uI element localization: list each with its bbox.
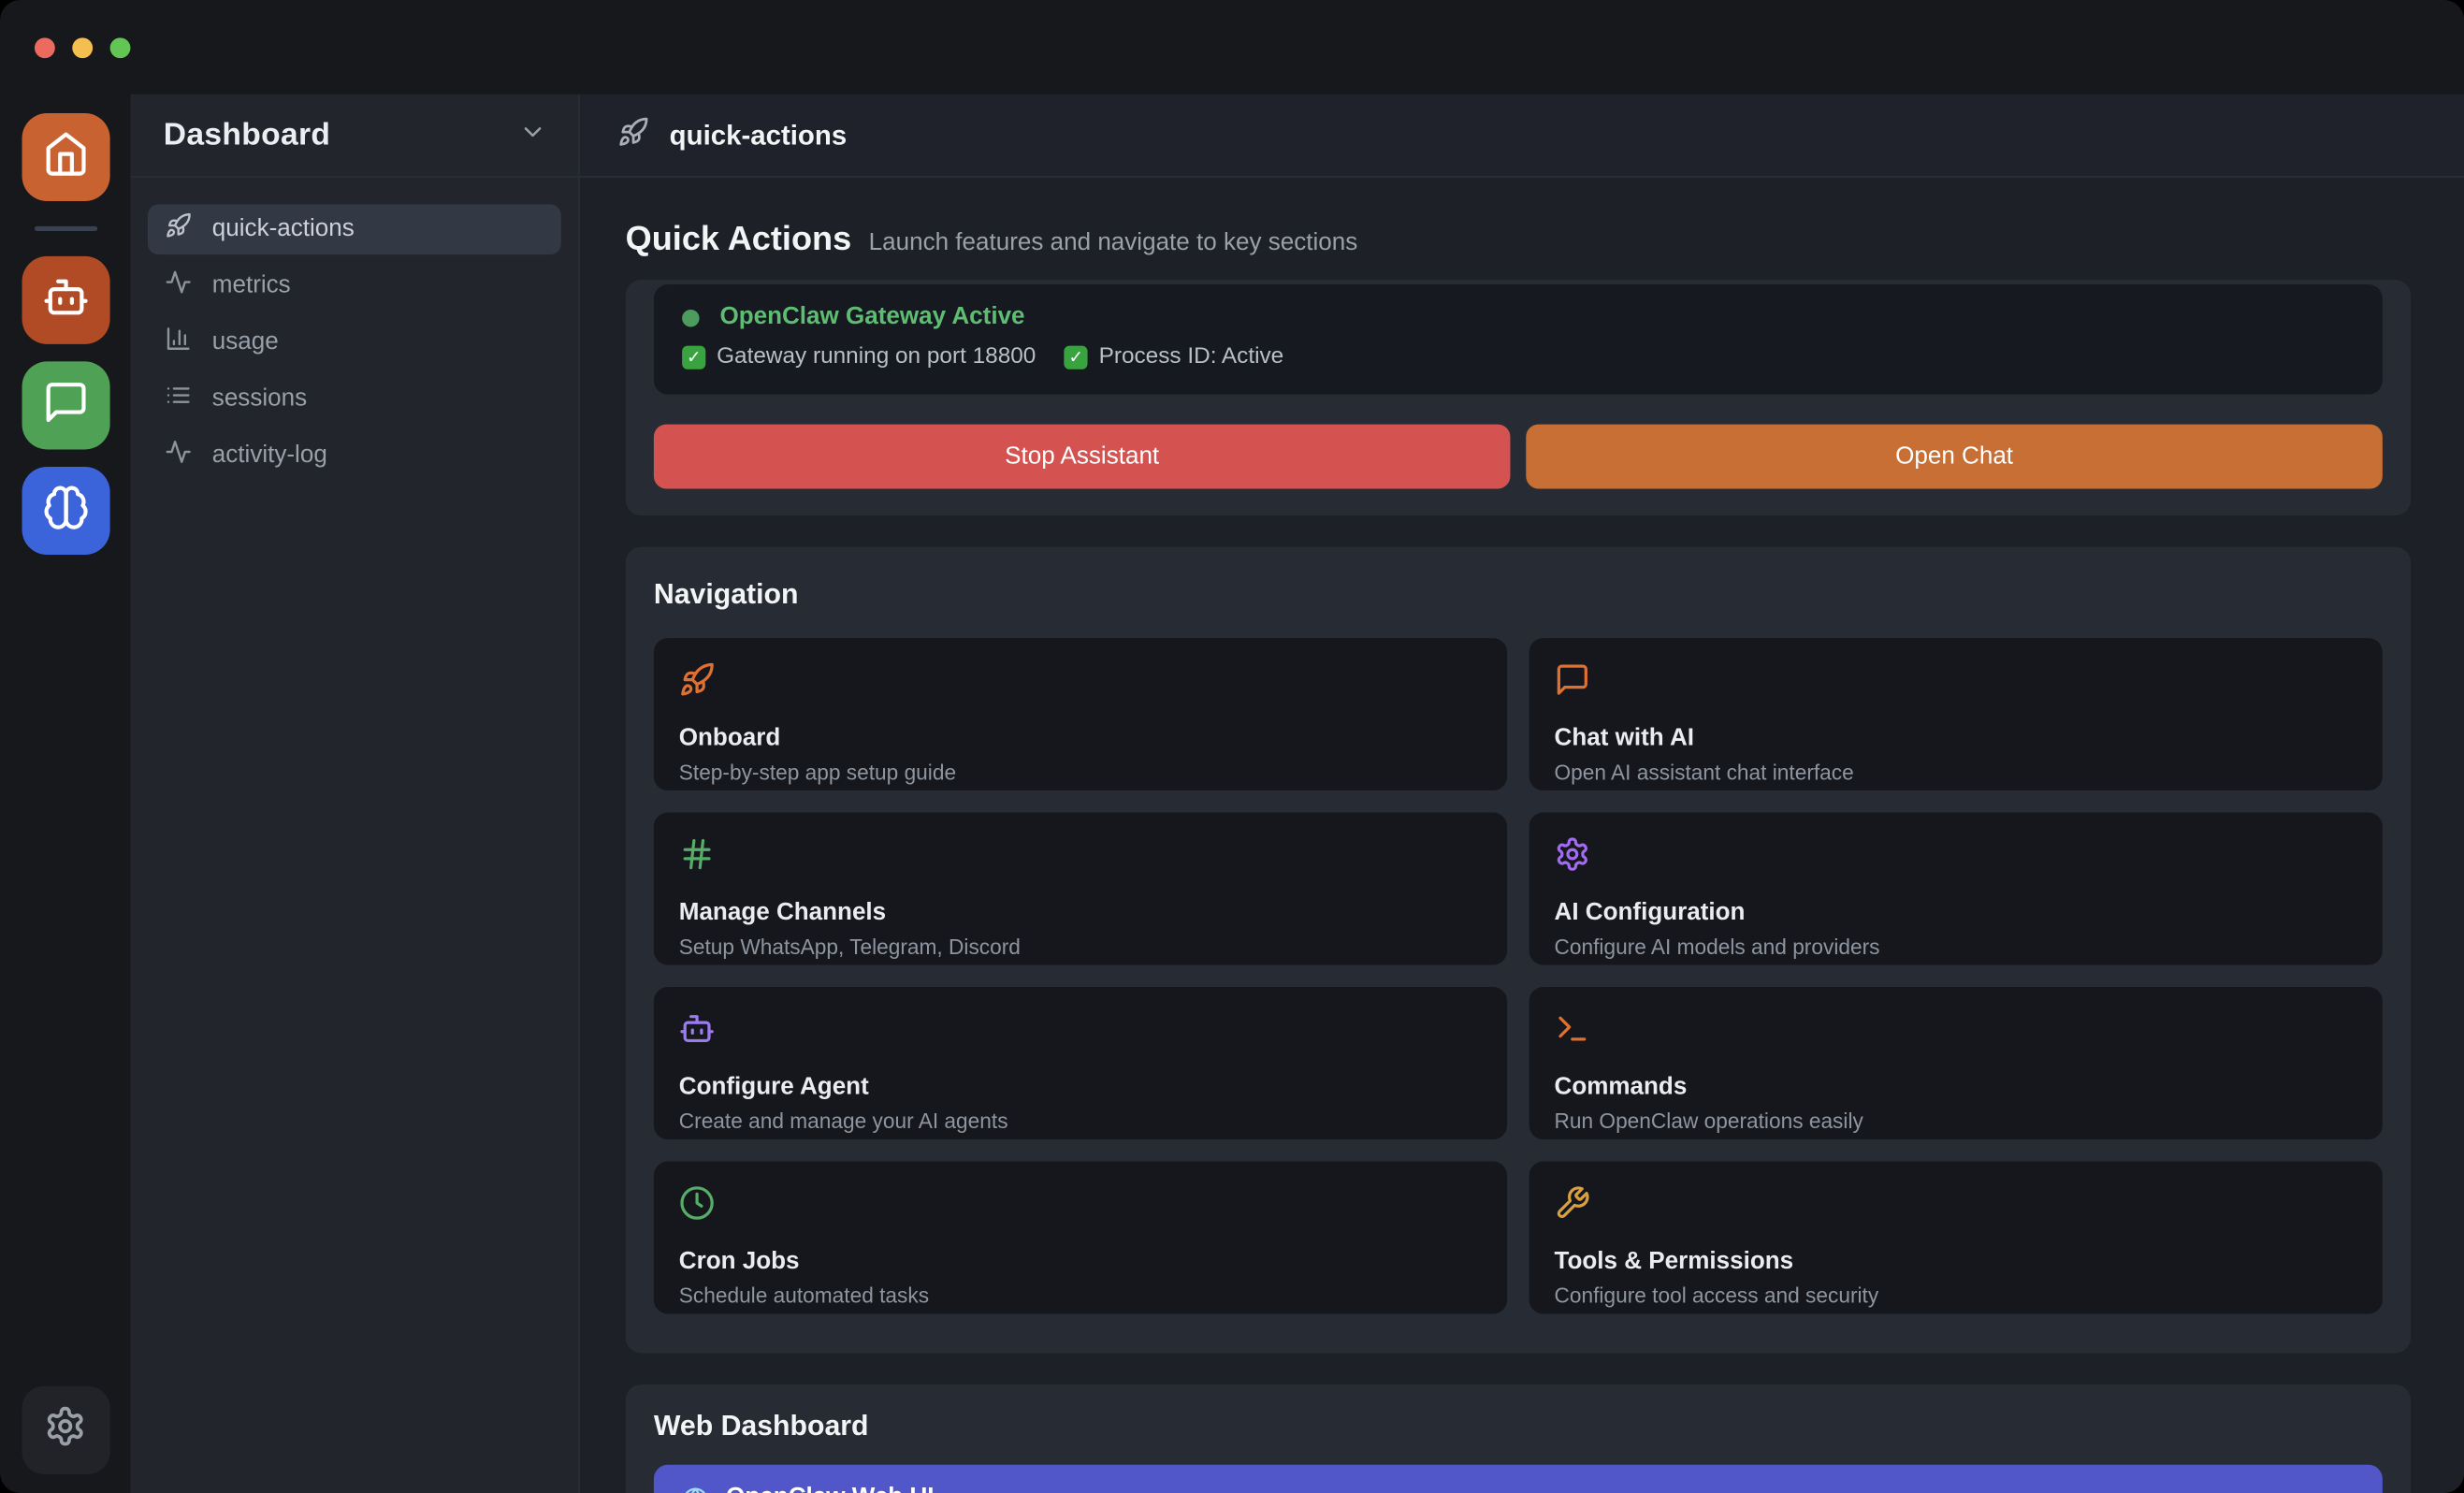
sidebar-item-label: sessions	[212, 385, 307, 413]
nav-card-title: Configure Agent	[679, 1073, 1482, 1101]
icon-rail	[0, 94, 130, 1493]
nav-card-ai-configuration[interactable]: AI Configuration Configure AI models and…	[1529, 813, 2383, 965]
rail-memory-button[interactable]	[22, 467, 109, 555]
sidebar-list: quick-actions metrics usage sessions	[130, 178, 578, 515]
app: Dashboard quick-actions metrics usage	[0, 0, 2464, 1493]
list-icon	[165, 382, 192, 416]
openclaw-web-ui-banner[interactable]: OpenClaw Web UI	[654, 1465, 2383, 1493]
rocket-icon	[617, 115, 649, 154]
terminal-icon	[1555, 1026, 1591, 1053]
sidebar-item-activity-log[interactable]: activity-log	[148, 430, 561, 481]
nav-card-description: Step-by-step app setup guide	[679, 761, 1482, 784]
nav-card-description: Setup WhatsApp, Telegram, Discord	[679, 935, 1482, 959]
globe-icon	[682, 1484, 709, 1493]
close-button[interactable]	[35, 36, 55, 57]
page-subtitle: Launch features and navigate to key sect…	[869, 229, 1358, 257]
sidebar-item-label: metrics	[212, 272, 291, 300]
open-chat-button[interactable]: Open Chat	[1526, 425, 2383, 489]
bar-chart-icon	[165, 326, 192, 360]
nav-card-title: Cron Jobs	[679, 1248, 1482, 1276]
nav-card-commands[interactable]: Commands Run OpenClaw operations easily	[1529, 987, 2383, 1139]
sidebar-item-usage[interactable]: usage	[148, 317, 561, 368]
traffic-lights	[35, 36, 130, 57]
wrench-icon	[1555, 1201, 1591, 1228]
nav-card-title: AI Configuration	[1555, 899, 2357, 927]
stop-assistant-button[interactable]: Stop Assistant	[654, 425, 1511, 489]
main-header-title: quick-actions	[670, 119, 848, 152]
nav-card-tools-permissions[interactable]: Tools & Permissions Configure tool acces…	[1529, 1162, 2383, 1314]
robot-icon	[679, 1026, 716, 1053]
nav-card-onboard[interactable]: Onboard Step-by-step app setup guide	[654, 638, 1507, 790]
main-header: quick-actions	[580, 94, 2464, 178]
rail-chat-button[interactable]	[22, 361, 109, 449]
nav-card-title: Manage Channels	[679, 899, 1482, 927]
banner-label: OpenClaw Web UI	[726, 1484, 934, 1493]
app-window: Dashboard quick-actions metrics usage	[0, 0, 2464, 1493]
message-icon	[1555, 677, 1591, 704]
gear-icon	[44, 1405, 86, 1456]
window-body: Dashboard quick-actions metrics usage	[0, 94, 2464, 1493]
main-panel: quick-actions Quick Actions Launch featu…	[580, 94, 2464, 1493]
gateway-port-status: ✓ Gateway running on port 18800	[682, 344, 1036, 370]
nav-card-configure-agent[interactable]: Configure Agent Create and manage your A…	[654, 987, 1507, 1139]
check-icon: ✓	[1065, 345, 1088, 369]
nav-card-description: Create and manage your AI agents	[679, 1109, 1482, 1133]
robot-icon	[42, 272, 89, 327]
sidebar-title: Dashboard	[164, 117, 331, 153]
nav-card-cron-jobs[interactable]: Cron Jobs Schedule automated tasks	[654, 1162, 1507, 1314]
sidebar: Dashboard quick-actions metrics usage	[130, 94, 579, 1493]
sidebar-item-label: activity-log	[212, 442, 327, 470]
process-id-status: ✓ Process ID: Active	[1065, 344, 1284, 370]
sidebar-item-sessions[interactable]: sessions	[148, 374, 561, 425]
brain-icon	[42, 484, 89, 539]
nav-card-description: Configure AI models and providers	[1555, 935, 2357, 959]
nav-card-description: Run OpenClaw operations easily	[1555, 1109, 2357, 1133]
nav-card-title: Commands	[1555, 1073, 2357, 1101]
activity-icon	[165, 268, 192, 303]
minimize-button[interactable]	[72, 36, 93, 57]
web-dashboard-card: Web Dashboard OpenClaw Web UI	[626, 1384, 2411, 1493]
nav-card-title: Onboard	[679, 724, 1482, 752]
status-dot	[682, 309, 699, 326]
rail-home-button[interactable]	[22, 113, 109, 201]
web-dashboard-title: Web Dashboard	[654, 1410, 2383, 1442]
check-icon: ✓	[682, 345, 705, 369]
main-content: Quick Actions Launch features and naviga…	[580, 178, 2464, 1493]
rocket-icon	[679, 677, 716, 704]
zoom-button[interactable]	[110, 36, 131, 57]
rail-divider	[34, 226, 96, 231]
status-card: OpenClaw Gateway Active ✓ Gateway runnin…	[626, 280, 2411, 515]
sidebar-item-label: quick-actions	[212, 215, 355, 243]
gear-icon	[1555, 852, 1591, 879]
gateway-status-title: OpenClaw Gateway Active	[719, 303, 1024, 331]
nav-card-chat-with-ai[interactable]: Chat with AI Open AI assistant chat inte…	[1529, 638, 2383, 790]
hash-icon	[679, 852, 716, 879]
navigation-card: Navigation Onboard Step-by-step app setu…	[626, 547, 2411, 1354]
nav-card-description: Open AI assistant chat interface	[1555, 761, 2357, 784]
clock-icon	[679, 1201, 716, 1228]
sidebar-item-label: usage	[212, 328, 279, 356]
rail-settings-button[interactable]	[22, 1386, 109, 1474]
nav-card-description: Schedule automated tasks	[679, 1284, 1482, 1308]
home-icon	[42, 130, 89, 185]
rocket-icon	[165, 212, 192, 247]
nav-card-title: Chat with AI	[1555, 724, 2357, 752]
activity-icon	[165, 439, 192, 473]
navigation-title: Navigation	[654, 578, 2383, 611]
rail-agent-button[interactable]	[22, 256, 109, 344]
chat-bubble-icon	[42, 378, 89, 433]
nav-card-description: Configure tool access and security	[1555, 1284, 2357, 1308]
navigation-grid: Onboard Step-by-step app setup guide Cha…	[654, 638, 2383, 1313]
page-title: Quick Actions	[626, 220, 852, 259]
sidebar-item-metrics[interactable]: metrics	[148, 261, 561, 312]
title-bar[interactable]	[0, 0, 2464, 94]
sidebar-item-quick-actions[interactable]: quick-actions	[148, 204, 561, 254]
chevron-down-icon	[518, 117, 546, 153]
sidebar-section-dropdown[interactable]: Dashboard	[130, 94, 578, 178]
gateway-status-box: OpenClaw Gateway Active ✓ Gateway runnin…	[654, 284, 2383, 395]
nav-card-manage-channels[interactable]: Manage Channels Setup WhatsApp, Telegram…	[654, 813, 1507, 965]
nav-card-title: Tools & Permissions	[1555, 1248, 2357, 1276]
